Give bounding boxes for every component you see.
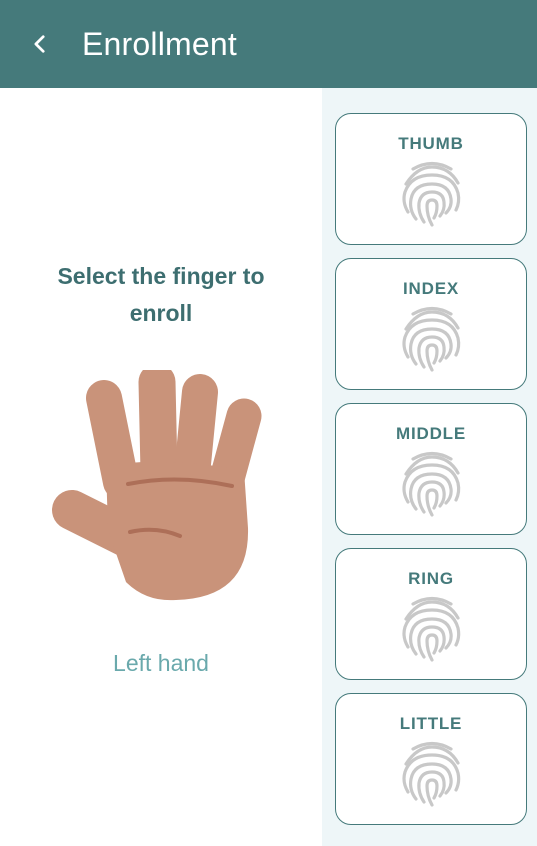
finger-list: THUMB INDEX MIDDLE RING LITTLE [322, 88, 537, 846]
fingerprint-icon [402, 741, 461, 807]
fingerprint-icon [402, 451, 461, 517]
left-hand-illustration [52, 370, 262, 601]
finger-label: LITTLE [399, 714, 463, 733]
finger-label: INDEX [403, 279, 459, 298]
finger-card-thumb[interactable]: THUMB [335, 113, 527, 245]
finger-card-index[interactable]: INDEX [335, 258, 527, 390]
instruction-text: Select the finger to enroll [57, 263, 265, 326]
finger-card-middle[interactable]: MIDDLE [335, 403, 527, 535]
finger-label: RING [408, 569, 454, 588]
hand-panel: Select the finger to enroll Left hand [0, 88, 322, 846]
fingerprint-icon [402, 596, 461, 662]
finger-label: THUMB [398, 134, 464, 153]
finger-card-little[interactable]: LITTLE [335, 693, 527, 825]
back-button[interactable] [0, 0, 80, 88]
finger-card-ring[interactable]: RING [335, 548, 527, 680]
hand-label: Left hand [113, 650, 209, 676]
chevron-left-icon [34, 35, 45, 53]
fingerprint-icon [402, 161, 461, 227]
finger-label: MIDDLE [396, 424, 466, 443]
fingerprint-icon [402, 306, 461, 372]
app-bar: Enrollment [0, 0, 537, 88]
page-title: Enrollment [82, 25, 237, 62]
